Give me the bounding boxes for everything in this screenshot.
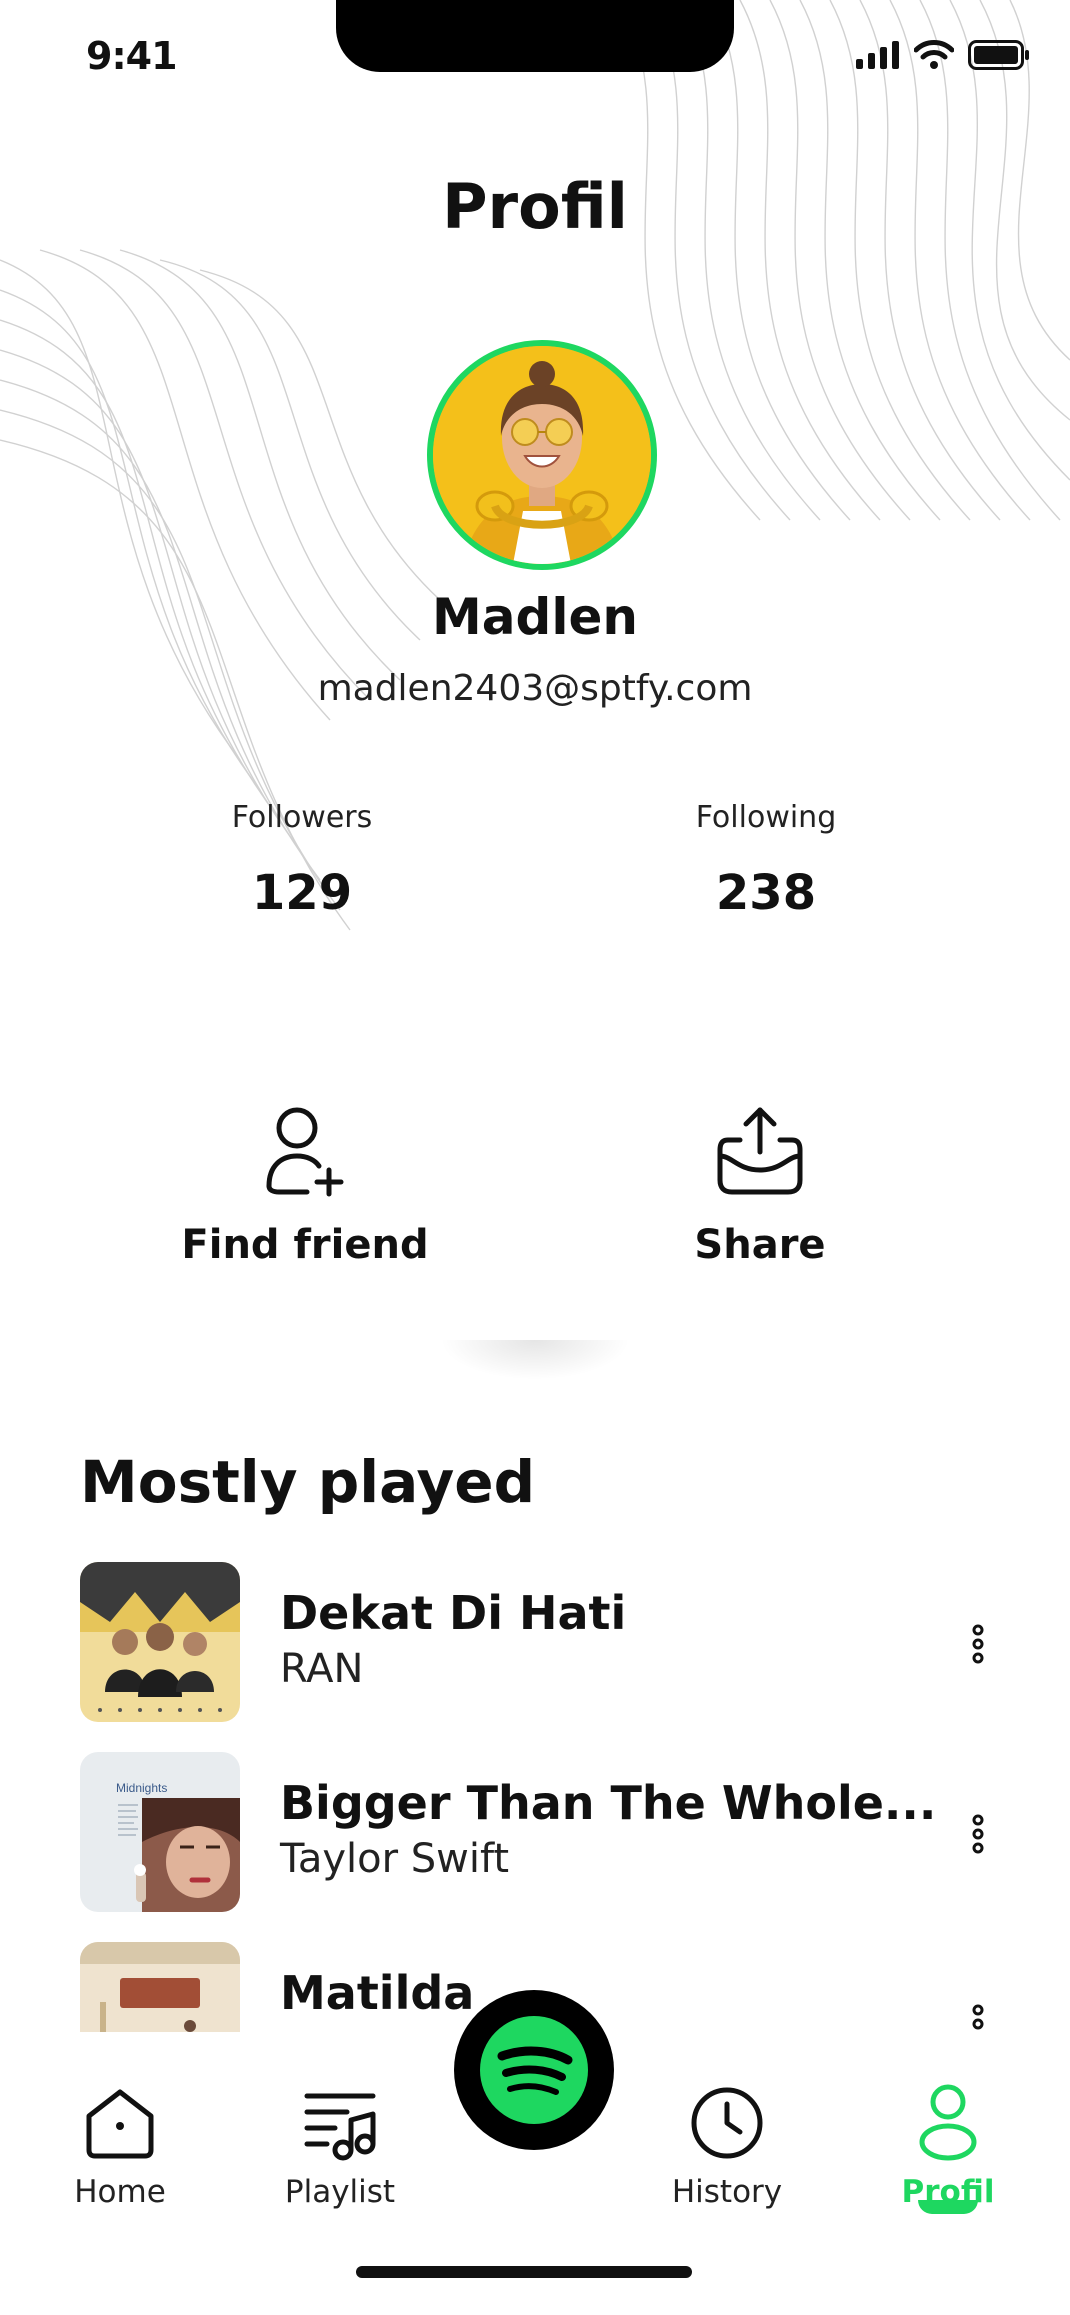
track-artist: RAN (280, 1646, 364, 1692)
mostly-played-title: Mostly played (80, 1448, 536, 1516)
spotify-logo-icon (480, 2016, 588, 2124)
track-title: Dekat Di Hati (280, 1586, 627, 1640)
track-title: Matilda (280, 1966, 475, 2020)
album-art-text: Midnights (116, 1781, 167, 1795)
nav-home[interactable]: Home (20, 2080, 220, 2210)
track-list: Dekat Di Hati RAN Midnights Bigger Than … (0, 1562, 1070, 2032)
find-friend-button[interactable]: Find friend (145, 1100, 465, 1268)
section-divider (440, 1340, 630, 1380)
status-icons (856, 40, 1030, 70)
nav-history[interactable]: History (627, 2080, 827, 2210)
nav-home-label: Home (74, 2174, 166, 2210)
battery-icon (968, 40, 1029, 70)
profile-name: Madlen (432, 588, 638, 646)
more-options-icon[interactable] (966, 2002, 990, 2032)
nav-profil[interactable]: Profil (848, 2080, 1048, 2210)
profile-screen: 9:41 Profil Madlen madlen2403@sptfy.com … (0, 0, 1070, 2315)
clock-icon (691, 2087, 763, 2159)
album-art (80, 1562, 240, 1722)
following-label: Following (695, 800, 837, 835)
share-button[interactable]: Share (600, 1100, 920, 1268)
spotify-center-button[interactable] (454, 1990, 614, 2150)
page-title: Profil (442, 170, 628, 243)
album-art-matilda (80, 1942, 240, 2032)
avatar-illustration (433, 346, 651, 564)
wifi-icon (914, 40, 954, 69)
album-art-midnights: Midnights (80, 1752, 240, 1912)
device-notch (336, 0, 734, 72)
home-icon (86, 2089, 154, 2159)
album-art-ran (80, 1562, 240, 1722)
track-title: Bigger Than The Whole... (280, 1776, 937, 1830)
signal-icon (856, 41, 899, 69)
avatar[interactable] (427, 340, 657, 570)
album-art (80, 1942, 240, 2032)
album-art: Midnights (80, 1752, 240, 1912)
track-item[interactable]: Dekat Di Hati RAN (0, 1562, 1070, 1722)
track-artist: Taylor Swift (280, 1836, 510, 1882)
following-stat[interactable]: Following 238 (616, 800, 916, 921)
active-tab-indicator (918, 2200, 978, 2214)
nav-playlist[interactable]: Playlist (240, 2080, 440, 2210)
share-label: Share (694, 1222, 826, 1268)
followers-label: Followers (231, 800, 373, 835)
profile-email: madlen2403@sptfy.com (317, 668, 753, 709)
nav-playlist-label: Playlist (284, 2174, 396, 2210)
followers-count: 129 (251, 865, 353, 921)
add-user-icon (266, 1107, 344, 1197)
profile-icon (919, 2084, 977, 2161)
status-time: 9:41 (86, 34, 178, 78)
followers-stat[interactable]: Followers 129 (152, 800, 452, 921)
home-indicator[interactable] (356, 2266, 692, 2278)
share-icon (717, 1107, 803, 1195)
following-count: 238 (715, 865, 817, 921)
more-options-icon[interactable] (966, 1622, 990, 1666)
find-friend-label: Find friend (181, 1222, 429, 1268)
more-options-icon[interactable] (966, 1812, 990, 1856)
nav-history-label: History (671, 2174, 783, 2210)
track-item[interactable]: Midnights Bigger Than The Whole... Taylo… (0, 1752, 1070, 1912)
playlist-icon (304, 2093, 376, 2161)
